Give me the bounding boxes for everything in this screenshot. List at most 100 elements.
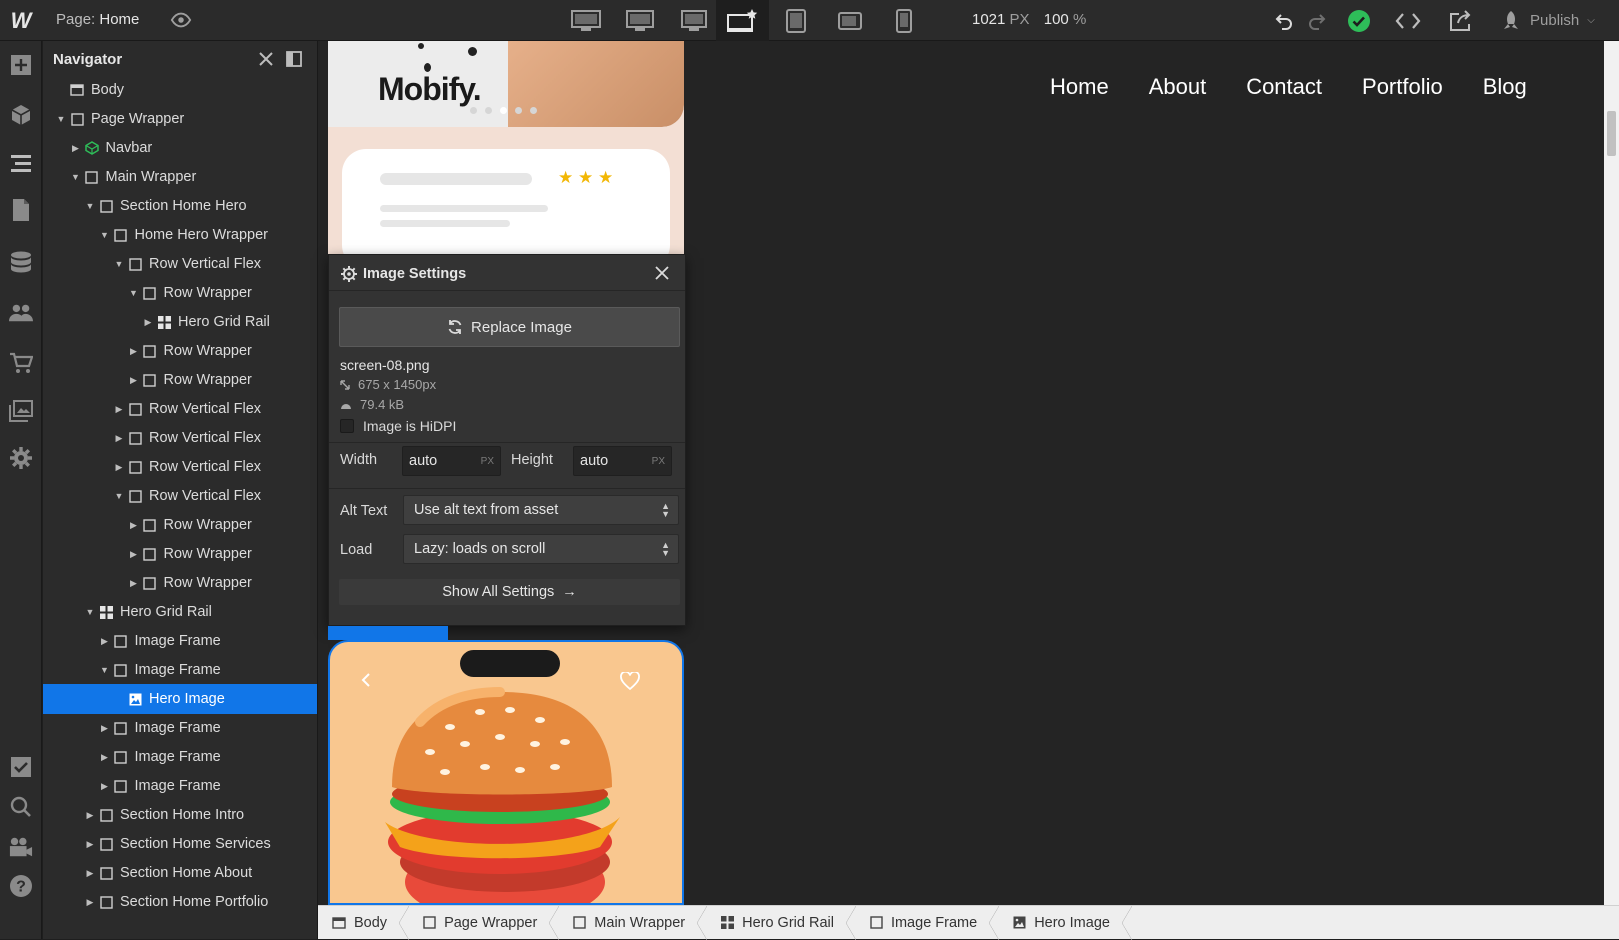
site-nav-contact[interactable]: Contact bbox=[1246, 74, 1322, 100]
navigator-row[interactable]: ▶ Row Wrapper bbox=[43, 568, 317, 598]
caret-down-icon[interactable]: ▼ bbox=[84, 606, 96, 618]
publish-button[interactable]: Publish ⌵ bbox=[1500, 0, 1595, 41]
hero-image-burger[interactable] bbox=[328, 640, 684, 905]
breadcrumb-item[interactable]: Image Frame bbox=[856, 906, 1000, 940]
breadcrumb-item[interactable]: Hero Image bbox=[999, 906, 1132, 940]
navigator-row[interactable]: ▼ Home Hero Wrapper bbox=[43, 220, 317, 250]
webflow-logo[interactable]: W bbox=[0, 0, 42, 41]
phone-mockup-image-top[interactable]: Mobify. ★ ★ ★ bbox=[328, 41, 684, 254]
caret-right-icon[interactable]: ▶ bbox=[84, 867, 96, 879]
navigator-row[interactable]: ▶ Row Vertical Flex bbox=[43, 394, 317, 424]
caret-right-icon[interactable]: ▶ bbox=[84, 838, 96, 850]
ecommerce-cart-icon[interactable] bbox=[9, 351, 33, 375]
caret-right-icon[interactable]: ▶ bbox=[128, 548, 140, 560]
navigator-row[interactable]: Body bbox=[43, 75, 317, 105]
canvas-scrollbar[interactable] bbox=[1604, 41, 1619, 905]
caret-right-icon[interactable]: ▶ bbox=[84, 896, 96, 908]
help-question-icon[interactable]: ? bbox=[9, 874, 33, 898]
navigator-row[interactable]: ▼ Image Frame bbox=[43, 655, 317, 685]
breadcrumb-item[interactable]: Main Wrapper bbox=[559, 906, 707, 940]
navigator-row[interactable]: ▶ Row Wrapper bbox=[43, 539, 317, 569]
caret-down-icon[interactable]: ▼ bbox=[70, 171, 82, 183]
breadcrumb-item[interactable]: Hero Grid Rail bbox=[707, 906, 856, 940]
caret-right-icon[interactable]: ▶ bbox=[113, 461, 125, 473]
navigator-layers-icon[interactable] bbox=[9, 151, 33, 175]
caret-right-icon[interactable]: ▶ bbox=[99, 751, 111, 763]
caret-down-icon[interactable]: ▼ bbox=[55, 113, 67, 125]
dock-panel-icon[interactable] bbox=[285, 50, 303, 68]
alt-text-select[interactable]: Use alt text from asset ▲ ▼ bbox=[403, 495, 679, 525]
video-tutorials-icon[interactable] bbox=[9, 835, 33, 859]
saved-status-check-icon[interactable] bbox=[1346, 8, 1372, 34]
hidpi-checkbox[interactable] bbox=[340, 419, 354, 433]
cms-database-icon[interactable] bbox=[9, 251, 33, 275]
components-cube-icon[interactable] bbox=[9, 103, 33, 127]
load-select[interactable]: Lazy: loads on scroll ▲ ▼ bbox=[403, 534, 679, 564]
undo-icon[interactable] bbox=[1272, 8, 1298, 34]
navigator-row[interactable]: ▶ Row Wrapper bbox=[43, 510, 317, 540]
show-all-settings-button[interactable]: Show All Settings → bbox=[339, 579, 680, 605]
navigator-row[interactable]: ▼ Row Vertical Flex bbox=[43, 249, 317, 279]
caret-down-icon[interactable]: ▼ bbox=[113, 490, 125, 502]
replace-image-button[interactable]: Replace Image bbox=[339, 307, 680, 347]
close-icon[interactable] bbox=[655, 266, 669, 280]
caret-down-icon[interactable]: ▼ bbox=[128, 287, 140, 299]
caret-right-icon[interactable]: ▶ bbox=[128, 519, 140, 531]
caret-right-icon[interactable]: ▶ bbox=[128, 345, 140, 357]
navigator-row[interactable]: ▶ Image Frame bbox=[43, 742, 317, 772]
desktop-base-icon[interactable] bbox=[716, 0, 769, 41]
navigator-row[interactable]: ▶ Row Wrapper bbox=[43, 336, 317, 366]
selected-element-badge[interactable] bbox=[328, 626, 448, 640]
height-input[interactable]: auto PX bbox=[573, 446, 672, 476]
redo-icon[interactable] bbox=[1303, 8, 1329, 34]
navigator-row[interactable]: ▶ Row Wrapper bbox=[43, 365, 317, 395]
share-icon[interactable] bbox=[1448, 8, 1474, 34]
site-nav-home[interactable]: Home bbox=[1050, 74, 1109, 100]
add-elements-icon[interactable] bbox=[9, 53, 33, 77]
caret-down-icon[interactable]: ▼ bbox=[113, 258, 125, 270]
caret-right-icon[interactable]: ▶ bbox=[128, 577, 140, 589]
navigator-row[interactable]: ▼ Row Vertical Flex bbox=[43, 481, 317, 511]
navigator-row[interactable]: ▶ Hero Grid Rail bbox=[43, 307, 317, 337]
caret-down-icon[interactable]: ▼ bbox=[99, 664, 111, 676]
caret-right-icon[interactable]: ▶ bbox=[70, 142, 82, 154]
navigator-row[interactable]: ▼ Row Wrapper bbox=[43, 278, 317, 308]
breadcrumb-item[interactable]: Page Wrapper bbox=[409, 906, 560, 940]
breadcrumb-item[interactable]: Body bbox=[318, 906, 410, 940]
navigator-row[interactable]: ▼ Section Home Hero bbox=[43, 191, 317, 221]
caret-right-icon[interactable]: ▶ bbox=[113, 403, 125, 415]
navigator-row[interactable]: ▶ Section Home Portfolio bbox=[43, 887, 317, 917]
navigator-row[interactable]: ▼ Hero Grid Rail bbox=[43, 597, 317, 627]
preview-eye-icon[interactable] bbox=[170, 9, 192, 31]
navigator-row[interactable]: ▼ Main Wrapper bbox=[43, 162, 317, 192]
mobile-portrait-icon[interactable] bbox=[878, 0, 930, 41]
site-nav-blog[interactable]: Blog bbox=[1483, 74, 1527, 100]
caret-down-icon[interactable]: ▼ bbox=[99, 229, 111, 241]
site-nav-portfolio[interactable]: Portfolio bbox=[1362, 74, 1443, 100]
canvas-size-readout[interactable]: 1021 PX 100 % bbox=[972, 11, 1096, 28]
navigator-row[interactable]: ▶ Navbar bbox=[43, 133, 317, 163]
caret-right-icon[interactable]: ▶ bbox=[99, 780, 111, 792]
navigator-row[interactable]: ▶ Image Frame bbox=[43, 771, 317, 801]
navigator-row[interactable]: ▼ Page Wrapper bbox=[43, 104, 317, 134]
assets-images-icon[interactable] bbox=[9, 399, 33, 423]
tablet-icon[interactable] bbox=[770, 0, 822, 41]
desktop-xl-icon[interactable] bbox=[614, 0, 666, 41]
navigator-row[interactable]: Hero Image bbox=[43, 684, 317, 714]
caret-right-icon[interactable]: ▶ bbox=[99, 635, 111, 647]
navigator-row[interactable]: ▶ Image Frame bbox=[43, 626, 317, 656]
site-nav-about[interactable]: About bbox=[1149, 74, 1207, 100]
caret-right-icon[interactable]: ▶ bbox=[113, 432, 125, 444]
desktop-large-icon[interactable] bbox=[668, 0, 720, 41]
mobile-landscape-icon[interactable] bbox=[824, 0, 876, 41]
users-icon[interactable] bbox=[9, 301, 33, 325]
navigator-row[interactable]: ▶ Image Frame bbox=[43, 713, 317, 743]
navigator-row[interactable]: ▶ Section Home Services bbox=[43, 829, 317, 859]
search-icon[interactable] bbox=[9, 795, 33, 819]
caret-right-icon[interactable]: ▶ bbox=[84, 809, 96, 821]
collapse-all-icon[interactable] bbox=[257, 50, 275, 68]
navigator-row[interactable]: ▶ Section Home Intro bbox=[43, 800, 317, 830]
settings-gear-icon[interactable] bbox=[9, 446, 33, 470]
desktop-xxl-icon[interactable] bbox=[560, 0, 612, 41]
width-input[interactable]: auto PX bbox=[402, 446, 501, 476]
